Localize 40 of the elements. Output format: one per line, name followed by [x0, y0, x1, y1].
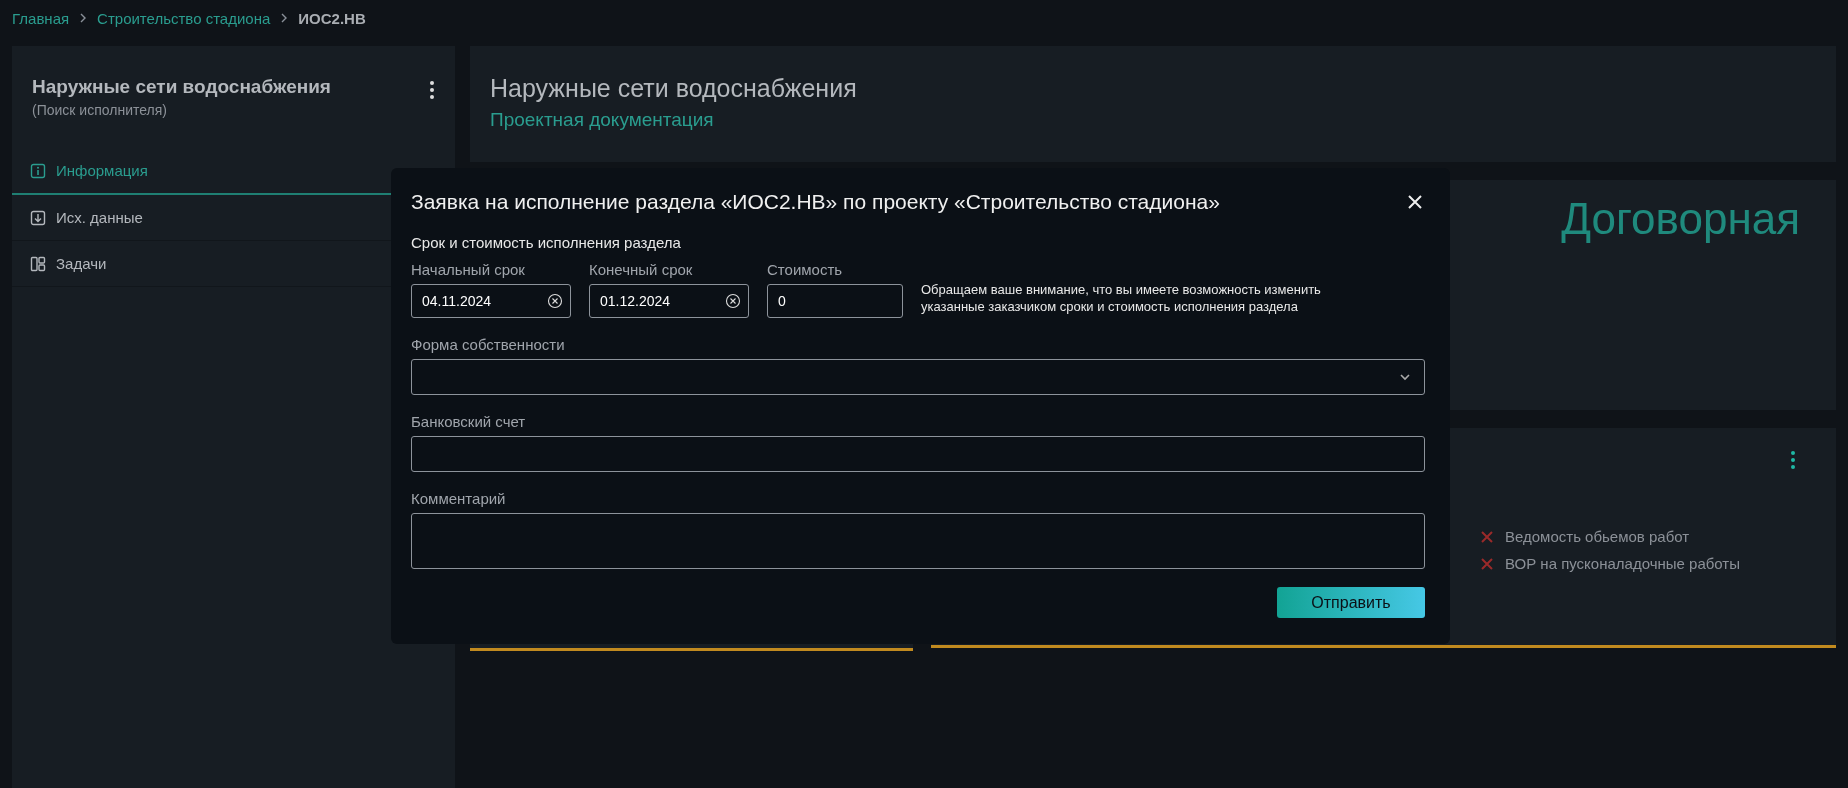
ownership-select[interactable] — [411, 359, 1425, 395]
breadcrumb-item: ИОС2.НВ — [298, 9, 366, 27]
sidebar-tab[interactable]: Информация — [30, 162, 148, 179]
field-label: Стоимость — [767, 261, 844, 278]
document-name: Ведомость обьемов работ — [1505, 528, 1690, 545]
date-field[interactable]: 01.12.2024 — [589, 284, 749, 318]
clear-icon[interactable] — [547, 293, 563, 309]
comment-field[interactable] — [411, 513, 1425, 569]
section-heading: Срок и стоимость исполнения раздела — [411, 234, 682, 251]
field-label: Форма собственности — [411, 336, 566, 353]
breadcrumb-item[interactable]: Главная — [12, 9, 70, 27]
more-icon[interactable] — [1790, 450, 1796, 470]
dialog-title: Заявка на исполнение раздела «ИОС2.НВ» по проекту «Строительство стадиона» — [411, 190, 1220, 214]
field-label: Комментарий — [411, 490, 507, 507]
sidebar-tab[interactable]: Задачи — [30, 255, 107, 272]
page-subtitle: Проектная документация — [490, 109, 714, 131]
submit-button[interactable]: Отправить — [1277, 587, 1425, 618]
date-field[interactable]: 04.11.2024 — [411, 284, 571, 318]
input-field[interactable] — [411, 436, 1425, 472]
cross-icon — [1481, 530, 1493, 543]
notice-text: Обращаем ваше внимание, что вы имеете возможность изменить указанные заказчиком сроки и стоимость исполнения раздела — [921, 280, 1322, 316]
page-title: Наружные сети водоснабжения — [490, 74, 858, 103]
price-value: Договорная — [1561, 194, 1800, 245]
chevron-right-icon — [280, 13, 289, 23]
more-icon[interactable] — [429, 80, 435, 100]
sidebar-title: Наружные сети водоснабжения — [32, 76, 331, 98]
sidebar-tab[interactable]: Исх. данные — [30, 209, 143, 226]
cross-icon — [1481, 557, 1493, 570]
sidebar-subtitle: (Поиск исполнителя) — [32, 102, 168, 118]
tab-icon — [30, 255, 46, 272]
breadcrumb-item[interactable]: Строительство стадиона — [97, 9, 271, 27]
chevron-right-icon — [79, 13, 88, 23]
field-label: Конечный срок — [589, 261, 694, 278]
field-label: Начальный срок — [411, 261, 526, 278]
document-name: ВОР на пусконаладочные работы — [1505, 555, 1740, 572]
input-field[interactable]: 0 — [767, 284, 903, 318]
tab-icon — [30, 209, 46, 226]
field-label: Банковский счет — [411, 413, 527, 430]
tab-icon — [30, 162, 46, 179]
clear-icon[interactable] — [725, 293, 741, 309]
